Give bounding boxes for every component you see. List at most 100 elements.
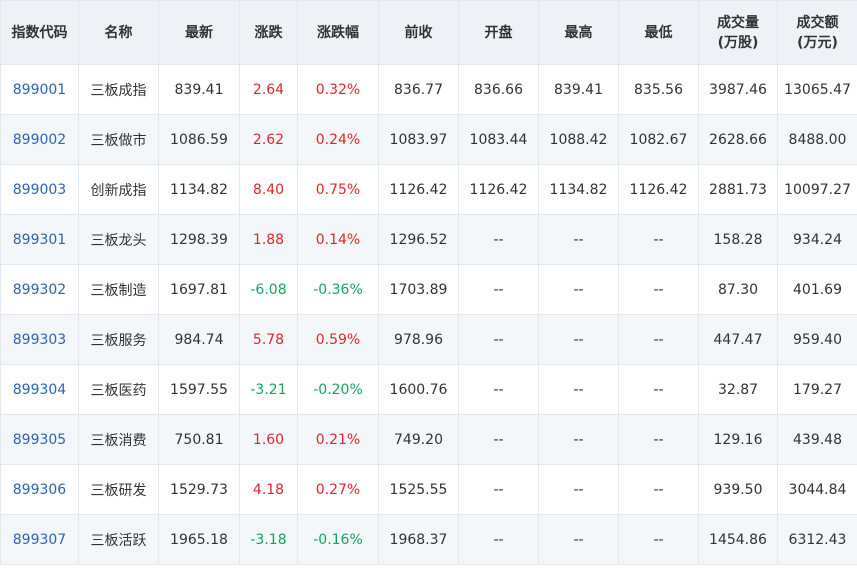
cell-amount: 6312.43: [777, 514, 857, 565]
table-row: 899303 三板服务 984.74 5.78 0.59% 978.96 -- -- -- 447…: [0, 314, 857, 365]
table-row: 899302 三板制造 1697.81 -6.08 -0.36% 1703.89 -- -- -…: [0, 264, 857, 315]
cell-change-pct: -0.20%: [297, 364, 379, 415]
header-volume: 成交量 (万股): [698, 0, 778, 65]
cell-prev-close: 1126.42: [378, 164, 459, 215]
cell-code[interactable]: 899302: [0, 264, 79, 315]
cell-prev-close: 978.96: [378, 314, 459, 365]
header-high: 最高: [538, 0, 619, 65]
header-name: 名称: [78, 0, 159, 65]
cell-low: --: [618, 264, 699, 315]
cell-change: 1.60: [239, 414, 298, 465]
cell-prev-close: 1296.52: [378, 214, 459, 265]
cell-change-pct: 0.32%: [297, 64, 379, 115]
cell-high: --: [538, 464, 619, 515]
cell-name: 三板服务: [78, 314, 159, 365]
cell-last: 1529.73: [158, 464, 240, 515]
cell-amount: 179.27: [777, 364, 857, 415]
header-change-pct: 涨跌幅: [297, 0, 379, 65]
cell-open: 1083.44: [458, 114, 539, 165]
cell-last: 750.81: [158, 414, 240, 465]
cell-high: --: [538, 314, 619, 365]
cell-amount: 13065.47: [777, 64, 857, 115]
cell-volume: 2628.66: [698, 114, 778, 165]
cell-volume: 87.30: [698, 264, 778, 315]
cell-volume: 939.50: [698, 464, 778, 515]
cell-change: 4.18: [239, 464, 298, 515]
cell-amount: 934.24: [777, 214, 857, 265]
cell-low: --: [618, 314, 699, 365]
cell-last: 839.41: [158, 64, 240, 115]
cell-prev-close: 1083.97: [378, 114, 459, 165]
cell-high: --: [538, 364, 619, 415]
cell-prev-close: 1703.89: [378, 264, 459, 315]
cell-name: 创新成指: [78, 164, 159, 215]
cell-last: 1965.18: [158, 514, 240, 565]
cell-code[interactable]: 899303: [0, 314, 79, 365]
cell-change: 5.78: [239, 314, 298, 365]
cell-change: -3.21: [239, 364, 298, 415]
table-row: 899003 创新成指 1134.82 8.40 0.75% 1126.42 1126.42…: [0, 164, 857, 215]
table-row: 899304 三板医药 1597.55 -3.21 -0.20% 1600.76 -- -- -…: [0, 364, 857, 415]
cell-volume: 32.87: [698, 364, 778, 415]
cell-last: 1086.59: [158, 114, 240, 165]
cell-code[interactable]: 899301: [0, 214, 79, 265]
header-low: 最低: [618, 0, 699, 65]
cell-name: 三板消费: [78, 414, 159, 465]
cell-change-pct: 0.59%: [297, 314, 379, 365]
table-row: 899306 三板研发 1529.73 4.18 0.27% 1525.55 -- -- -- 9…: [0, 464, 857, 515]
cell-last: 984.74: [158, 314, 240, 365]
cell-high: --: [538, 414, 619, 465]
header-change: 涨跌: [239, 0, 298, 65]
cell-change: 2.62: [239, 114, 298, 165]
cell-name: 三板制造: [78, 264, 159, 315]
cell-change-pct: 0.21%: [297, 414, 379, 465]
cell-change: 8.40: [239, 164, 298, 215]
cell-amount: 10097.27: [777, 164, 857, 215]
cell-prev-close: 836.77: [378, 64, 459, 115]
cell-prev-close: 749.20: [378, 414, 459, 465]
cell-change: 1.88: [239, 214, 298, 265]
cell-amount: 8488.00: [777, 114, 857, 165]
cell-change-pct: -0.16%: [297, 514, 379, 565]
cell-low: --: [618, 414, 699, 465]
cell-code[interactable]: 899001: [0, 64, 79, 115]
table-row: 899001 三板成指 839.41 2.64 0.32% 836.77 836.66 839…: [0, 64, 857, 115]
cell-open: 1126.42: [458, 164, 539, 215]
cell-change-pct: 0.27%: [297, 464, 379, 515]
cell-high: 839.41: [538, 64, 619, 115]
cell-open: 836.66: [458, 64, 539, 115]
cell-last: 1134.82: [158, 164, 240, 215]
cell-low: 1126.42: [618, 164, 699, 215]
cell-volume: 447.47: [698, 314, 778, 365]
cell-code[interactable]: 899305: [0, 414, 79, 465]
cell-code[interactable]: 899306: [0, 464, 79, 515]
cell-volume: 158.28: [698, 214, 778, 265]
cell-change-pct: 0.14%: [297, 214, 379, 265]
cell-code[interactable]: 899307: [0, 514, 79, 565]
cell-open: --: [458, 214, 539, 265]
cell-volume: 3987.46: [698, 64, 778, 115]
cell-amount: 3044.84: [777, 464, 857, 515]
cell-amount: 439.48: [777, 414, 857, 465]
cell-low: --: [618, 464, 699, 515]
cell-code[interactable]: 899304: [0, 364, 79, 415]
cell-open: --: [458, 264, 539, 315]
cell-open: --: [458, 464, 539, 515]
cell-code[interactable]: 899002: [0, 114, 79, 165]
cell-high: --: [538, 214, 619, 265]
table-row: 899002 三板做市 1086.59 2.62 0.24% 1083.97 1083.44…: [0, 114, 857, 165]
cell-code[interactable]: 899003: [0, 164, 79, 215]
cell-volume: 1454.86: [698, 514, 778, 565]
cell-high: --: [538, 514, 619, 565]
cell-change-pct: -0.36%: [297, 264, 379, 315]
cell-amount: 401.69: [777, 264, 857, 315]
cell-prev-close: 1525.55: [378, 464, 459, 515]
cell-change: -6.08: [239, 264, 298, 315]
cell-volume: 2881.73: [698, 164, 778, 215]
cell-prev-close: 1600.76: [378, 364, 459, 415]
cell-change: 2.64: [239, 64, 298, 115]
header-amount: 成交额 (万元): [777, 0, 857, 65]
header-code: 指数代码: [0, 0, 79, 65]
cell-change-pct: 0.24%: [297, 114, 379, 165]
cell-change: -3.18: [239, 514, 298, 565]
